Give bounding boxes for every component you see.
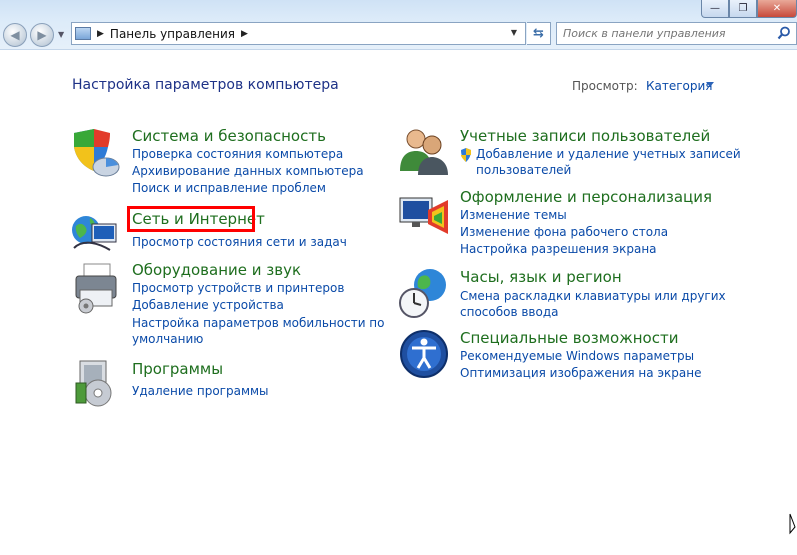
chevron-down-icon[interactable]: ▼ [511,28,517,37]
programs-icon[interactable] [70,357,122,409]
control-panel-icon [75,27,91,40]
view-mode-dropdown[interactable]: Категория [646,79,713,93]
link-check-computer-status[interactable]: Проверка состояния компьютера [132,146,343,162]
link-add-remove-accounts-cont[interactable]: пользователей [476,162,571,178]
search-box[interactable] [556,22,797,45]
minimize-button[interactable]: — [701,0,729,18]
close-button[interactable]: ✕ [757,0,797,18]
category-system-security[interactable]: Система и безопасность [132,127,326,145]
chevron-right-icon[interactable]: ▶ [97,29,104,39]
link-add-device[interactable]: Добавление устройства [132,297,284,313]
category-user-accounts[interactable]: Учетные записи пользователей [460,127,710,145]
printer-icon[interactable] [70,262,122,314]
chevron-right-icon[interactable]: ▶ [241,29,248,39]
link-mobility-settings-cont[interactable]: умолчанию [132,331,203,347]
mouse-cursor-icon [789,513,796,535]
link-devices-printers[interactable]: Просмотр устройств и принтеров [132,280,344,296]
view-label: Просмотр: [572,79,638,93]
link-add-remove-accounts[interactable]: Добавление и удаление учетных записей [476,146,741,162]
link-network-status[interactable]: Просмотр состояния сети и задач [132,234,347,250]
network-globe-icon[interactable] [70,208,122,260]
arrow-left-icon: ◀ [10,28,20,42]
clock-globe-icon[interactable] [398,267,450,319]
window-chrome: — ❐ ✕ ◀ ▶ ▼ ▶ Панель управления ▶ ▼ ⇆ [0,0,797,50]
link-recommended-settings[interactable]: Рекомендуемые Windows параметры [460,348,694,364]
uac-shield-icon [461,148,471,162]
personalization-icon[interactable] [398,190,450,242]
shield-icon[interactable] [70,127,122,179]
link-mobility-settings[interactable]: Настройка параметров мобильности по [132,315,385,331]
category-clock-language-region[interactable]: Часы, язык и регион [460,268,622,286]
link-change-keyboard[interactable]: Смена раскладки клавиатуры или других [460,288,726,304]
link-troubleshoot[interactable]: Поиск и исправление проблем [132,180,326,196]
forward-button[interactable]: ▶ [30,23,54,47]
category-appearance[interactable]: Оформление и персонализация [460,188,712,206]
chevron-down-icon[interactable] [706,82,714,87]
refresh-icon: ⇆ [533,26,544,41]
link-backup-computer[interactable]: Архивирование данных компьютера [132,163,364,179]
arrow-right-icon: ▶ [37,28,47,42]
refresh-button[interactable]: ⇆ [527,22,551,45]
maximize-button[interactable]: ❐ [729,0,757,18]
window-controls: — ❐ ✕ [701,0,797,18]
category-network-internet[interactable]: Сеть и Интернет [132,210,265,228]
address-bar[interactable]: ▶ Панель управления ▶ ▼ [71,22,526,45]
link-change-keyboard-cont[interactable]: способов ввода [460,304,559,320]
breadcrumb-control-panel[interactable]: Панель управления [110,27,235,41]
accessibility-icon[interactable] [398,328,450,380]
link-change-background[interactable]: Изменение фона рабочего стола [460,224,668,240]
search-input[interactable] [563,27,773,40]
search-icon[interactable] [777,26,791,40]
link-screen-resolution[interactable]: Настройка разрешения экрана [460,241,657,257]
back-button[interactable]: ◀ [3,23,27,47]
link-uninstall-program[interactable]: Удаление программы [132,383,269,399]
link-optimize-display[interactable]: Оптимизация изображения на экране [460,365,701,381]
category-programs[interactable]: Программы [132,360,223,378]
link-change-theme[interactable]: Изменение темы [460,207,567,223]
users-icon[interactable] [398,125,450,177]
page-title: Настройка параметров компьютера [72,77,339,93]
category-hardware-sound[interactable]: Оборудование и звук [132,261,301,279]
category-accessibility[interactable]: Специальные возможности [460,329,678,347]
recent-pages-dropdown[interactable]: ▼ [58,30,64,39]
